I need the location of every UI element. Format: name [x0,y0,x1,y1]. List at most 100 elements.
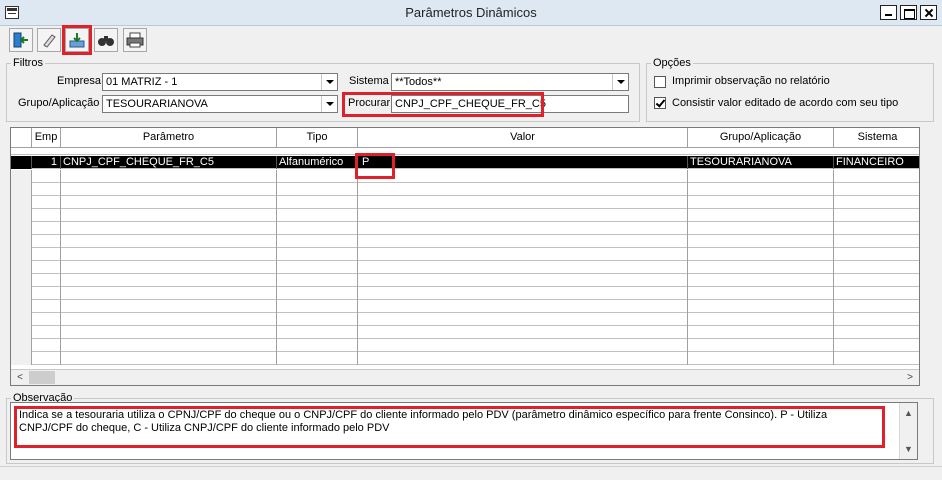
grid-cell[interactable] [32,235,61,248]
grid-cell[interactable] [688,170,834,183]
grid-cell[interactable] [688,339,834,352]
table-row[interactable] [11,313,919,326]
cell-parametro[interactable]: CNPJ_CPF_CHEQUE_FR_C5 [61,156,277,169]
table-row[interactable] [11,274,919,287]
grid-cell[interactable] [277,300,358,313]
grid-cell[interactable] [277,196,358,209]
grid-cell[interactable] [834,183,919,196]
column-header-grupo[interactable]: Grupo/Aplicação [688,128,834,148]
scroll-down-icon[interactable]: ▼ [900,441,917,457]
table-row[interactable] [11,209,919,222]
chevron-down-icon[interactable] [321,74,337,90]
row-indicator[interactable] [11,196,32,209]
grid-cell[interactable] [277,274,358,287]
eraser-button[interactable] [37,28,61,52]
grid-cell[interactable] [834,274,919,287]
grid-cell[interactable] [834,235,919,248]
grid-cell[interactable] [688,274,834,287]
imprimir-checkbox[interactable] [654,76,666,88]
grid-cell[interactable] [32,274,61,287]
grid-cell[interactable] [61,261,277,274]
grid-cell[interactable] [358,222,688,235]
minimize-button[interactable] [880,5,897,20]
scroll-right-icon[interactable]: > [902,370,918,385]
consistir-label[interactable]: Consistir valor editado de acordo com se… [672,97,898,109]
row-indicator[interactable] [11,300,32,313]
row-indicator[interactable] [11,313,32,326]
grid-cell[interactable] [834,170,919,183]
grid-cell[interactable] [61,287,277,300]
grid-cell[interactable] [688,352,834,365]
exit-button[interactable] [9,28,33,52]
grid-cell[interactable] [834,326,919,339]
row-indicator[interactable] [11,352,32,365]
scroll-up-icon[interactable]: ▲ [900,405,917,421]
procurar-input[interactable] [392,96,628,112]
grid-cell[interactable] [834,248,919,261]
grid-cell[interactable] [61,196,277,209]
row-indicator[interactable] [11,261,32,274]
column-header-valor[interactable]: Valor [358,128,688,148]
grid-cell[interactable] [358,339,688,352]
row-indicator[interactable] [11,274,32,287]
grid-cell[interactable] [32,352,61,365]
grid-cell[interactable] [688,300,834,313]
observacao-box[interactable]: Indica se a tesouraria utiliza o CPNJ/CP… [10,402,918,460]
grid-cell[interactable] [61,222,277,235]
row-indicator[interactable] [11,235,32,248]
grid-cell[interactable] [834,339,919,352]
grid-cell[interactable] [358,352,688,365]
table-row[interactable] [11,326,919,339]
imprimir-label[interactable]: Imprimir observação no relatório [672,75,830,87]
grid-cell[interactable] [61,300,277,313]
grid-cell[interactable] [277,209,358,222]
grid-cell[interactable] [32,209,61,222]
close-button[interactable] [920,5,937,20]
search-button[interactable] [94,28,118,52]
scroll-thumb[interactable] [29,371,55,384]
row-indicator[interactable] [11,183,32,196]
grid-cell[interactable] [61,313,277,326]
consistir-checkbox[interactable] [654,97,666,109]
grid-cell[interactable] [61,326,277,339]
grid-cell[interactable] [358,196,688,209]
grid-cell[interactable] [277,235,358,248]
grid-cell[interactable] [61,339,277,352]
grid-cell[interactable] [277,313,358,326]
table-row[interactable] [11,261,919,274]
print-button[interactable] [123,28,147,52]
grid-cell[interactable] [358,287,688,300]
grid-cell[interactable] [277,170,358,183]
row-indicator[interactable] [11,222,32,235]
row-indicator[interactable] [11,170,32,183]
row-indicator[interactable] [11,248,32,261]
grid-cell[interactable] [358,261,688,274]
grid-cell[interactable] [32,261,61,274]
table-row[interactable] [11,300,919,313]
grupo-select[interactable]: TESOURARIANOVA [102,95,338,113]
cell-sistema[interactable]: FINANCEIRO [834,156,919,169]
grid-cell[interactable] [688,287,834,300]
grid-cell[interactable] [32,287,61,300]
table-row[interactable] [11,235,919,248]
grid-cell[interactable] [277,183,358,196]
grid-cell[interactable] [688,183,834,196]
grid-cell[interactable] [277,222,358,235]
column-header-sistema[interactable]: Sistema [834,128,919,148]
grid-cell[interactable] [61,183,277,196]
grid-cell[interactable] [277,339,358,352]
row-indicator[interactable] [11,339,32,352]
grid-cell[interactable] [277,287,358,300]
scroll-left-icon[interactable]: < [12,370,28,385]
grid-cell[interactable] [61,170,277,183]
grid-cell[interactable] [688,235,834,248]
grid-cell[interactable] [61,274,277,287]
vertical-scrollbar[interactable]: ▲ ▼ [899,403,917,459]
maximize-button[interactable] [900,5,917,20]
grid-cell[interactable] [688,248,834,261]
grid-cell[interactable] [688,326,834,339]
grid-cell[interactable] [32,196,61,209]
grid-cell[interactable] [277,326,358,339]
table-row[interactable] [11,248,919,261]
grid-cell[interactable] [688,261,834,274]
